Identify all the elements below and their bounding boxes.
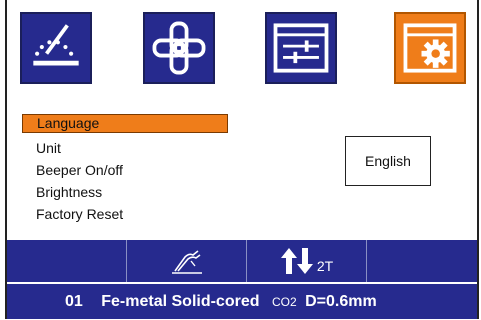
welding-mode-tile[interactable] <box>20 12 92 84</box>
up-down-arrows-icon <box>280 248 313 274</box>
menu-item-language[interactable]: Language <box>22 114 228 133</box>
parameter-tile[interactable] <box>265 12 337 84</box>
wire-feed-tile[interactable] <box>143 12 215 84</box>
adjust-sliders-icon <box>273 23 329 73</box>
welding-mode-icon <box>33 24 79 66</box>
status-bar: 01 Fe-metal Solid-cored CO2 D=0.6mm <box>7 284 477 319</box>
menu-item-unit[interactable]: Unit <box>22 137 232 159</box>
gas-label: CO2 <box>271 295 297 309</box>
wire-diameter-label: D=0.6mm <box>305 293 377 310</box>
menu-item-brightness[interactable]: Brightness <box>22 181 232 203</box>
trigger-mode-label: 2T <box>316 258 334 274</box>
settings-menu: Language Unit Beeper On/off Brightness F… <box>22 114 232 225</box>
toolbar-cell-trigger-mode[interactable]: 2T <box>247 240 367 282</box>
program-number: 01 <box>65 293 83 310</box>
system-settings-icon <box>403 23 457 73</box>
toolbar-cell-empty-left <box>7 240 127 282</box>
toolbar-cell-torch[interactable] <box>127 240 247 282</box>
material-label: Fe-metal Solid-cored <box>101 293 260 310</box>
bottom-toolbar: 2T <box>7 240 477 282</box>
torch-icon <box>171 250 202 274</box>
menu-item-factory-reset[interactable]: Factory Reset <box>22 203 232 225</box>
toolbar-cell-empty-right <box>367 240 477 282</box>
wire-link-icon <box>152 21 206 75</box>
system-settings-tile[interactable] <box>394 12 466 84</box>
language-value-box[interactable]: English <box>345 136 431 186</box>
menu-item-beeper[interactable]: Beeper On/off <box>22 159 232 181</box>
settings-screen: Language Unit Beeper On/off Brightness F… <box>5 0 479 319</box>
